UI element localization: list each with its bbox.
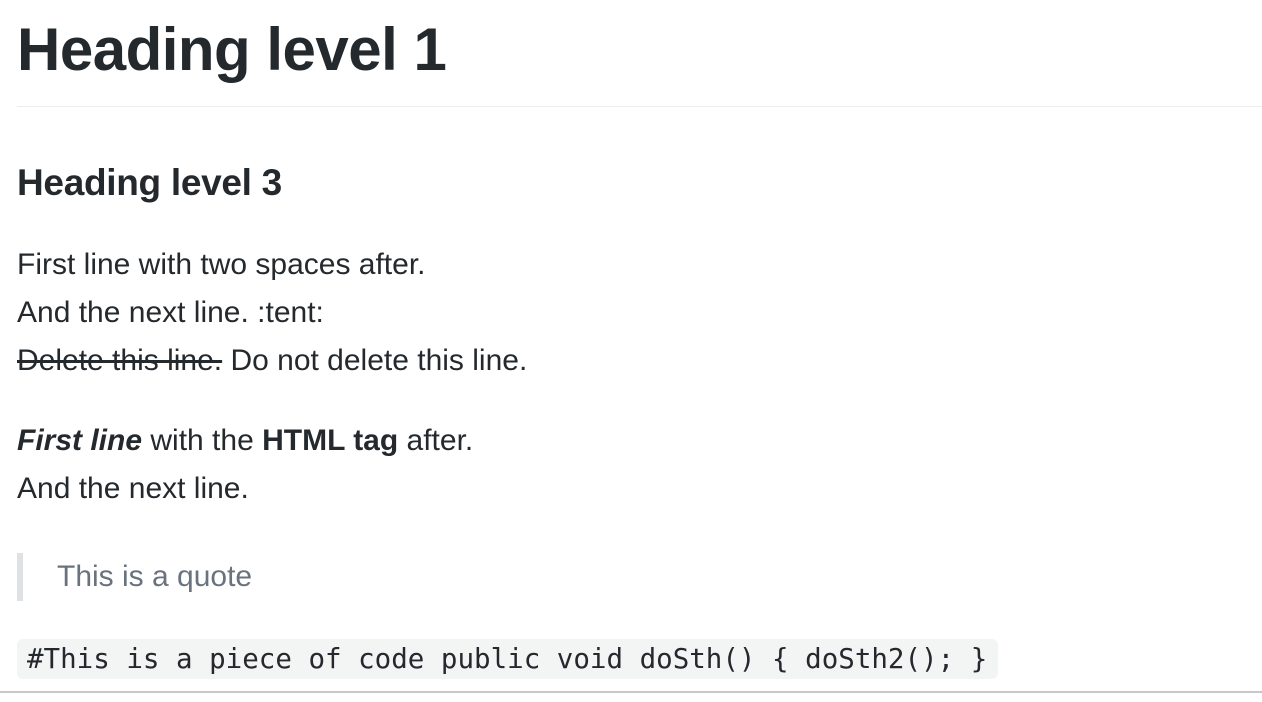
heading-level-3: Heading level 3 xyxy=(17,162,282,203)
inline-code: #This is a piece of code public void doS… xyxy=(17,639,999,679)
blockquote: This is a quote xyxy=(17,553,1262,601)
bottom-divider xyxy=(0,691,1262,693)
bold-text: HTML tag xyxy=(262,424,399,457)
bold-italic-text: First line xyxy=(17,424,143,457)
kept-text: Do not delete this line. xyxy=(222,344,528,377)
next-line-text: And the next line. :tent: xyxy=(17,296,324,329)
first-line-text: First line with two spaces after. xyxy=(17,248,426,281)
strikethrough-text: Delete this line. xyxy=(17,344,223,377)
quote-text: This is a quote xyxy=(57,560,253,593)
end-text: after. xyxy=(398,424,474,457)
next-line-text-2: And the next line. xyxy=(17,472,249,505)
heading-level-1: Heading level 1 xyxy=(17,0,1262,107)
paragraph-line-breaks: First line with two spaces after. And th… xyxy=(17,241,1262,385)
middle-text: with the xyxy=(142,424,263,457)
markdown-content: Heading level 1 Heading level 3 First li… xyxy=(17,0,1262,679)
paragraph-html-tag: First line with the HTML tag after. And … xyxy=(17,417,1262,513)
